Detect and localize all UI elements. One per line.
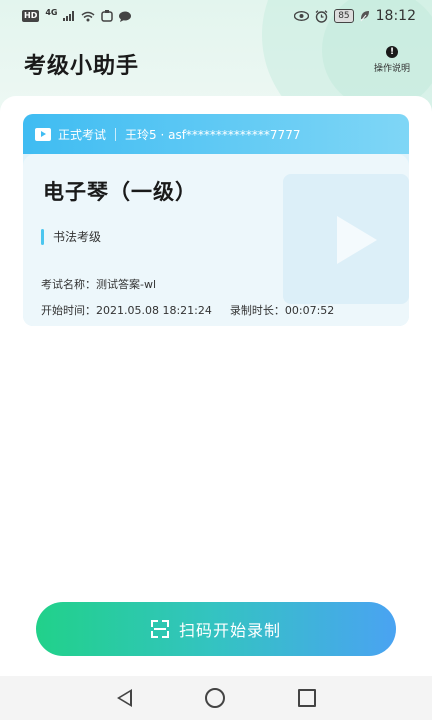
scan-to-record-button[interactable]: 扫码开始录制 [36, 602, 396, 656]
network-type: 4G [45, 7, 58, 17]
exam-name: 考试名称：测试答案-wl [41, 278, 157, 291]
exam-time-row: 开始时间：2021.05.08 18:21:24 录制时长：00:07:52 [41, 302, 334, 318]
help-button[interactable]: ! 操作说明 [372, 46, 412, 74]
exam-card-body: 电子琴（一级） 书法考级 考试名称：测试答案-wl 开始时间：2021.05.0… [23, 154, 409, 326]
help-label: 操作说明 [373, 64, 410, 74]
hd-icon: HD [22, 10, 40, 22]
status-bar-left: HD 4G [22, 7, 132, 22]
divider [115, 127, 117, 141]
wifi-icon [82, 11, 95, 21]
video-play-icon [35, 127, 51, 141]
exclamation-icon: ! [386, 46, 398, 58]
home-icon[interactable] [204, 688, 225, 708]
app-notification-icon [101, 10, 114, 22]
candidate-info: 王玲5 · asf**************7777 [125, 127, 301, 142]
play-watermark-icon [337, 216, 377, 264]
eye-icon [294, 11, 310, 21]
signal-icon [63, 11, 75, 21]
system-nav-bar [0, 676, 432, 720]
scan-icon [150, 620, 169, 638]
video-watermark [283, 174, 409, 304]
recent-apps-icon[interactable] [297, 689, 316, 707]
leaf-icon [360, 11, 369, 22]
exam-type-label: 正式考试 [58, 127, 107, 142]
status-bar-right: 85 18:12 [294, 8, 416, 24]
battery-level: 85 [334, 9, 354, 23]
category-tag-label: 书法考级 [53, 230, 102, 244]
status-bar: HD 4G 85 18:12 [0, 0, 432, 32]
alarm-icon [315, 9, 328, 23]
message-icon [119, 11, 132, 22]
exam-card[interactable]: 正式考试 王玲5 · asf**************7777 电子琴（一级）… [23, 114, 409, 326]
recording-duration: 录制时长：00:07:52 [229, 304, 335, 317]
tag-accent-bar [41, 228, 44, 245]
status-time: 18:12 [375, 8, 416, 24]
exam-card-header: 正式考试 王玲5 · asf**************7777 [23, 114, 409, 154]
category-tag: 书法考级 [41, 228, 101, 245]
page-title: 考级小助手 [24, 54, 140, 79]
course-title: 电子琴（一级） [43, 180, 197, 204]
scan-to-record-label: 扫码开始录制 [178, 621, 281, 640]
back-icon[interactable] [116, 689, 132, 707]
start-time: 开始时间：2021.05.08 18:21:24 [41, 304, 212, 317]
